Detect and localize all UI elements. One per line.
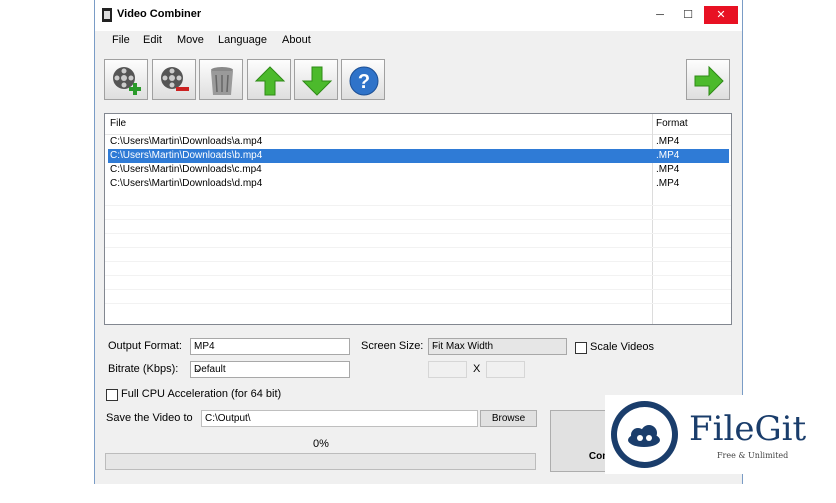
output-path-value: C:\Output\ [205,413,251,424]
row-format: .MP4 [656,136,680,147]
menu-move[interactable]: Move [177,34,204,46]
add-video-button[interactable] [104,59,148,100]
row-file: C:\Users\Martin\Downloads\b.mp4 [110,150,263,161]
chevron-down-icon: ⌄ [432,340,440,350]
svg-text:?: ? [358,71,370,93]
menu-edit[interactable]: Edit [143,34,162,46]
watermark-tagline: Free & Unlimited [717,451,789,460]
grid-line [105,233,731,234]
scale-videos-label: Scale Videos [590,341,655,353]
minimize-button[interactable]: ─ [646,6,674,24]
output-format-label: Output Format: [108,340,182,352]
cpu-acceleration-checkbox[interactable] [106,389,118,401]
grid-line [105,205,731,206]
bitrate-label: Bitrate (Kbps): [108,363,179,375]
progress-bar [105,453,536,470]
menu-about[interactable]: About [282,34,311,46]
grid-line [105,289,731,290]
chevron-down-icon: ⌄ [194,340,202,350]
width-field[interactable] [428,361,467,378]
close-button[interactable]: ✕ [704,6,738,24]
table-row-selected[interactable]: C:\Users\Martin\Downloads\b.mp4 .MP4 [108,149,729,163]
browse-button[interactable]: Browse [480,410,537,427]
column-file[interactable]: File [110,118,126,129]
trash-bin-icon [211,67,233,95]
menu-bar: File Edit Move Language About [95,31,742,51]
film-reel-minus-icon [161,67,189,91]
question-mark-icon: ? [349,66,379,96]
menu-file[interactable]: File [112,34,130,46]
column-format[interactable]: Format [656,118,688,129]
grid-line [105,247,731,248]
arrow-down-icon [301,66,333,96]
remove-video-button[interactable] [152,59,196,100]
watermark-logo: FileGit Free & Unlimited [605,395,825,474]
row-format: .MP4 [656,150,680,161]
window-title: Video Combiner [117,8,202,20]
chevron-down-icon: ⌄ [194,363,202,373]
output-path-field[interactable]: C:\Output\ [201,410,478,427]
row-format: .MP4 [656,178,680,189]
arrow-up-icon [254,66,286,96]
row-format: .MP4 [656,164,680,175]
move-down-button[interactable] [294,59,338,100]
cloud-icon [628,425,660,447]
screen-size-label: Screen Size: [361,340,424,352]
grid-line [105,303,731,304]
film-icon [102,8,112,22]
output-format-select[interactable]: MP4 ⌄ [190,338,350,355]
filegit-logo-icon [611,401,678,468]
row-file: C:\Users\Martin\Downloads\a.mp4 [110,136,263,147]
grid-line [105,219,731,220]
scale-videos-checkbox[interactable] [575,342,587,354]
film-reel-plus-icon [113,67,141,95]
watermark-name: FileGit [689,409,807,449]
title-bar: Video Combiner ─ ☐ ✕ [95,0,742,31]
table-row[interactable]: C:\Users\Martin\Downloads\a.mp4 .MP4 [105,135,731,149]
progress-text: 0% [313,438,329,450]
arrow-right-icon [694,65,724,97]
cpu-acceleration-label: Full CPU Acceleration (for 64 bit) [121,388,282,400]
table-row[interactable]: C:\Users\Martin\Downloads\c.mp4 .MP4 [105,163,731,177]
move-up-button[interactable] [247,59,291,100]
size-x-label: X [473,363,481,375]
save-location-label: Save the Video to [106,412,193,424]
next-button[interactable] [686,59,730,100]
help-button[interactable]: ? [341,59,385,100]
bitrate-select[interactable]: Default ⌄ [190,361,350,378]
screen-size-select[interactable]: Fit Max Width ⌄ [428,338,567,355]
menu-language[interactable]: Language [218,34,267,46]
row-file: C:\Users\Martin\Downloads\d.mp4 [110,178,263,189]
grid-line [105,275,731,276]
file-list[interactable]: File Format C:\Users\Martin\Downloads\a.… [104,113,732,325]
row-file: C:\Users\Martin\Downloads\c.mp4 [110,164,262,175]
clear-list-button[interactable] [199,59,243,100]
height-field[interactable] [486,361,525,378]
grid-line [105,261,731,262]
maximize-button[interactable]: ☐ [674,6,702,24]
file-list-header: File Format [105,114,731,135]
table-row[interactable]: C:\Users\Martin\Downloads\d.mp4 .MP4 [105,177,731,191]
